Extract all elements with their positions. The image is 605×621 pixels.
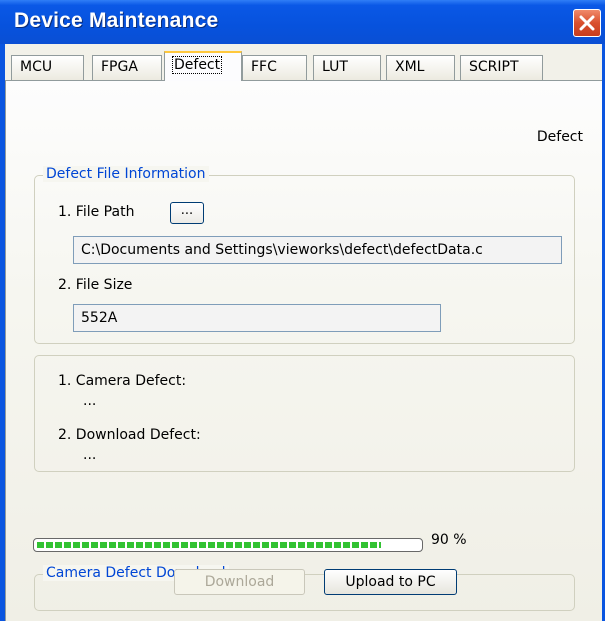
download-defect-label: 2. Download Defect: — [58, 427, 201, 443]
tab-label: FFC — [251, 59, 277, 75]
tab-label: SCRIPT — [469, 59, 519, 75]
progress-bar-fill — [37, 542, 381, 548]
file-size-field[interactable]: 552A — [73, 304, 441, 332]
dialog-client-area: MCU FPGA Defect FFC LUT XML SCRIPT Defec… — [5, 44, 602, 621]
tab-label: LUT — [322, 59, 348, 75]
close-button[interactable] — [573, 9, 601, 37]
file-path-label: 1. File Path — [58, 204, 135, 220]
upload-to-pc-button[interactable]: Upload to PC — [324, 569, 457, 595]
tab-script[interactable]: SCRIPT — [460, 55, 543, 80]
title-bar[interactable]: Device Maintenance — [0, 0, 605, 44]
device-maintenance-window: Device Maintenance MCU FPGA Defect FFC L… — [0, 0, 605, 621]
tab-label: FPGA — [101, 59, 138, 75]
download-defect-value: ... — [83, 447, 97, 463]
tab-label: MCU — [20, 59, 53, 75]
close-icon — [579, 15, 595, 31]
progress-percent: 90 % — [431, 532, 467, 548]
tab-xml[interactable]: XML — [386, 55, 455, 80]
page-caption: Defect — [536, 129, 583, 145]
tab-mcu[interactable]: MCU — [11, 55, 84, 80]
browse-button[interactable]: ... — [170, 202, 204, 224]
defect-file-info-group: Defect File Information 1. File Path ...… — [34, 166, 575, 344]
tab-strip: MCU FPGA Defect FFC LUT XML SCRIPT — [5, 44, 602, 82]
file-size-label: 2. File Size — [58, 277, 133, 293]
defect-tab-page: Defect Defect File Information 1. File P… — [5, 81, 602, 621]
tab-label: Defect — [171, 56, 223, 74]
camera-defect-value: ... — [83, 393, 97, 409]
tab-fpga[interactable]: FPGA — [92, 55, 162, 80]
download-button[interactable]: Download — [174, 569, 305, 595]
tab-ffc[interactable]: FFC — [242, 55, 307, 80]
tab-lut[interactable]: LUT — [313, 55, 381, 80]
defect-status-group: 1. Camera Defect: ... 2. Download Defect… — [34, 355, 575, 472]
group-title: Defect File Information — [43, 166, 209, 182]
camera-defect-download-group: Camera Defect Download Download Upload t… — [34, 565, 575, 611]
progress-bar — [33, 538, 423, 552]
tab-defect[interactable]: Defect — [164, 51, 242, 81]
file-path-field[interactable]: C:\Documents and Settings\vieworks\defec… — [73, 236, 562, 264]
tab-label: XML — [395, 59, 425, 75]
window-title: Device Maintenance — [14, 9, 219, 32]
camera-defect-label: 1. Camera Defect: — [58, 373, 187, 389]
